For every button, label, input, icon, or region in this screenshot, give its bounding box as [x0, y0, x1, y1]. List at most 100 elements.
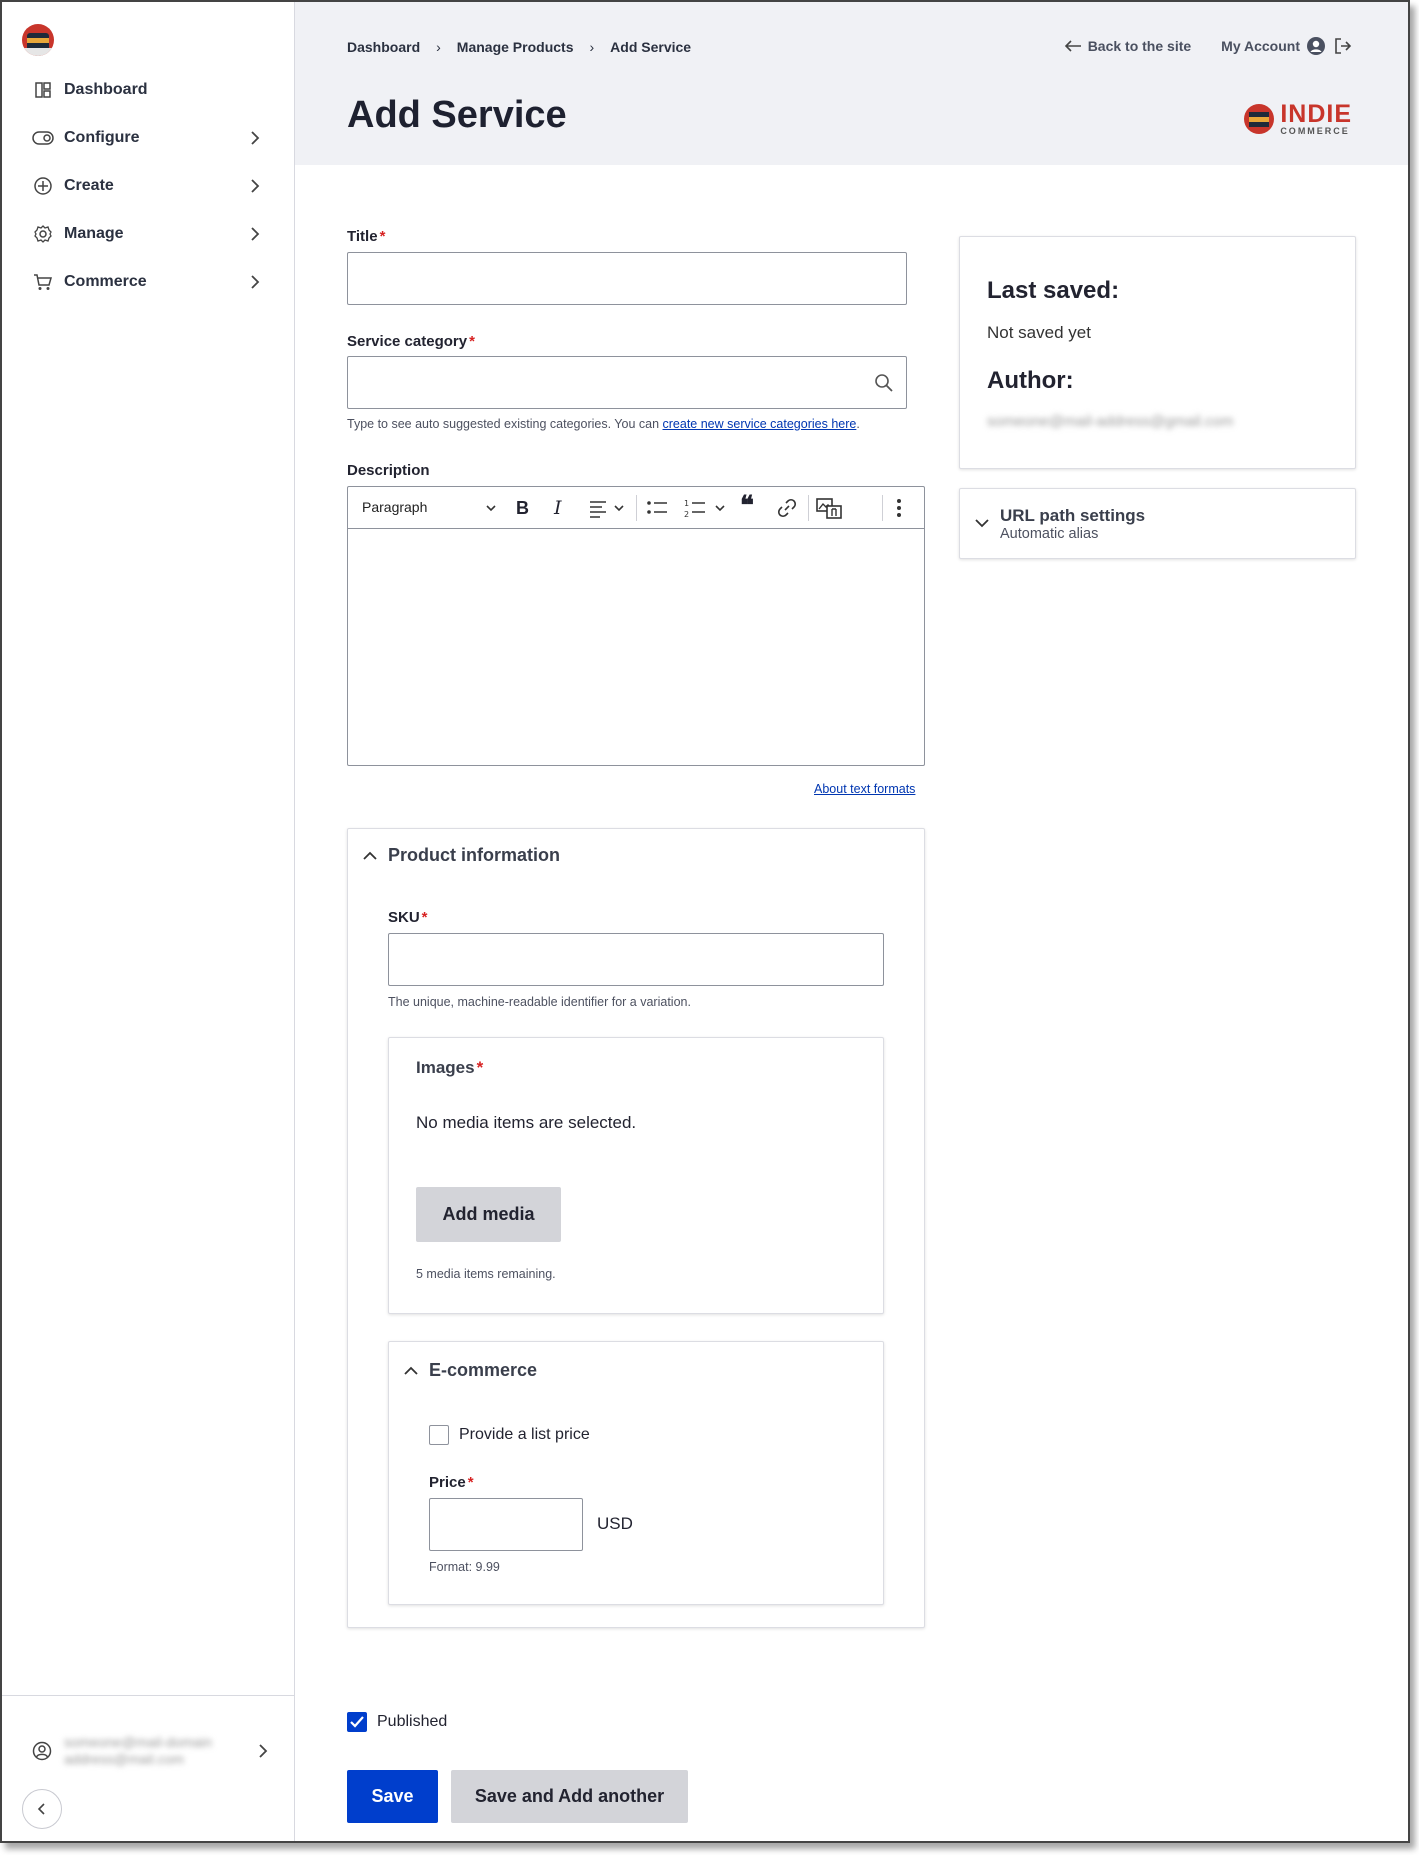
- cart-icon: [32, 271, 54, 293]
- category-label: Service category *: [347, 333, 475, 350]
- account-avatar-icon: [1307, 37, 1325, 55]
- sidebar-item-label: Configure: [64, 129, 140, 146]
- site-logo-icon[interactable]: [22, 24, 54, 56]
- sidebar-item-manage[interactable]: Manage: [2, 210, 294, 258]
- list-price-checkbox[interactable]: [429, 1425, 449, 1445]
- product-information-toggle[interactable]: Product information: [362, 845, 560, 866]
- sidebar-item-label: Manage: [64, 225, 124, 242]
- svg-text:2: 2: [684, 510, 689, 519]
- app-window: Dashboard Configure Create Manage Commer…: [0, 0, 1410, 1843]
- toggle-icon: [32, 127, 54, 149]
- link-icon[interactable]: [776, 497, 798, 519]
- ecommerce-heading: E-commerce: [429, 1360, 538, 1380]
- last-saved-label: Last saved:: [987, 277, 1120, 304]
- editor-toolbar: Paragraph B I 12 ❝: [348, 487, 924, 529]
- back-to-site-label: Back to the site: [1087, 38, 1192, 54]
- category-help: Type to see auto suggested existing cate…: [347, 417, 860, 431]
- add-media-button[interactable]: Add media: [416, 1187, 561, 1242]
- dashboard-icon: [32, 79, 54, 101]
- chevron-up-icon: [404, 1366, 418, 1375]
- breadcrumb-add-service: Add Service: [610, 39, 692, 55]
- ecommerce-toggle[interactable]: E-commerce: [403, 1360, 537, 1381]
- title-label: Title *: [347, 228, 386, 245]
- price-input[interactable]: [429, 1498, 583, 1551]
- sku-label: SKU *: [388, 909, 428, 926]
- chevron-right-icon: [251, 179, 260, 193]
- sidebar: Dashboard Configure Create Manage Commer…: [2, 2, 295, 1841]
- sidebar-footer: someone@mail-domain address@mail.com: [2, 1695, 294, 1841]
- align-icon[interactable]: [588, 497, 628, 519]
- no-media-message: No media items are selected.: [416, 1113, 637, 1132]
- gear-icon: [32, 223, 54, 245]
- page-title: Add Service: [347, 94, 567, 136]
- rich-text-editor: Paragraph B I 12 ❝: [347, 486, 925, 766]
- user-email: someone@mail-domain: [64, 1734, 213, 1751]
- insert-media-icon[interactable]: [816, 497, 842, 519]
- sidebar-item-dashboard[interactable]: Dashboard: [2, 66, 294, 114]
- bold-icon[interactable]: B: [516, 497, 529, 519]
- save-and-add-another-button[interactable]: Save and Add another: [451, 1770, 688, 1823]
- published-label: Published: [377, 1713, 448, 1730]
- sidebar-collapse-button[interactable]: [22, 1789, 62, 1829]
- arrow-left-icon: [1064, 40, 1081, 52]
- url-path-settings-heading: URL path settings: [1000, 506, 1146, 525]
- chevron-left-icon: [37, 1803, 45, 1815]
- editor-content-area[interactable]: [348, 529, 924, 765]
- sidebar-nav: Dashboard Configure Create Manage Commer…: [2, 66, 294, 306]
- brand-subtitle: COMMERCE: [1280, 126, 1350, 136]
- plus-circle-icon: [32, 175, 54, 197]
- sidebar-item-label: Create: [64, 177, 114, 194]
- author-value: someone@mail-address@gmail.com: [987, 413, 1234, 430]
- sidebar-item-create[interactable]: Create: [2, 162, 294, 210]
- my-account-link[interactable]: My Account: [1221, 36, 1352, 56]
- breadcrumb-manage-products[interactable]: Manage Products: [457, 39, 574, 55]
- price-format-help: Format: 9.99: [429, 1560, 500, 1574]
- chevron-right-icon: [251, 227, 260, 241]
- sidebar-item-commerce[interactable]: Commerce: [2, 258, 294, 306]
- brand-logo-icon: [1244, 104, 1275, 134]
- published-checkbox[interactable]: [347, 1712, 367, 1732]
- breadcrumb-dashboard[interactable]: Dashboard: [347, 39, 420, 55]
- user-email-domain: address@mail.com: [64, 1751, 185, 1767]
- logout-icon[interactable]: [1334, 37, 1352, 55]
- currency-label: USD: [597, 1514, 633, 1533]
- italic-icon[interactable]: I: [554, 497, 562, 519]
- numbered-list-icon[interactable]: 12: [684, 497, 728, 519]
- save-button[interactable]: Save: [347, 1770, 438, 1823]
- chevron-right-icon: [251, 275, 260, 289]
- media-remaining-text: 5 media items remaining.: [416, 1267, 556, 1281]
- brand-name: INDIE: [1280, 100, 1352, 128]
- user-menu[interactable]: someone@mail-domain address@mail.com: [32, 1731, 272, 1771]
- category-input[interactable]: [347, 356, 907, 409]
- text-formats-help: About text formats: [814, 782, 915, 796]
- chevron-down-icon: [975, 519, 989, 528]
- chevron-up-icon: [363, 851, 377, 860]
- breadcrumb-separator: ›: [589, 39, 595, 55]
- title-input[interactable]: [347, 252, 907, 305]
- svg-text:1: 1: [684, 499, 689, 508]
- list-price-label: Provide a list price: [459, 1426, 590, 1443]
- my-account-label: My Account: [1221, 38, 1300, 54]
- search-icon: [875, 374, 893, 392]
- user-icon: [32, 1741, 52, 1761]
- blockquote-icon[interactable]: ❝: [740, 491, 754, 521]
- sku-input[interactable]: [388, 933, 884, 986]
- breadcrumb-separator: ›: [436, 39, 441, 55]
- about-text-formats-link[interactable]: About text formats: [814, 782, 915, 796]
- header-links: Back to the site My Account: [1034, 36, 1352, 56]
- product-information-heading: Product information: [388, 845, 560, 865]
- back-to-site-link[interactable]: Back to the site: [1064, 38, 1191, 54]
- create-categories-link[interactable]: create new service categories here: [663, 417, 857, 431]
- url-path-settings-panel[interactable]: URL path settings Automatic alias: [959, 488, 1356, 559]
- chevron-right-icon: [251, 131, 260, 145]
- bullet-list-icon[interactable]: [646, 497, 668, 519]
- breadcrumb: Dashboard › Manage Products › Add Servic…: [347, 39, 691, 55]
- paragraph-format-select[interactable]: Paragraph: [362, 499, 427, 515]
- more-options-icon[interactable]: [896, 497, 902, 519]
- save-meta-panel: Last saved: Not saved yet Author: someon…: [959, 236, 1356, 469]
- chevron-down-icon: [486, 505, 496, 512]
- url-path-settings-summary: Automatic alias: [1000, 526, 1099, 542]
- sidebar-item-label: Commerce: [64, 273, 147, 290]
- sidebar-item-configure[interactable]: Configure: [2, 114, 294, 162]
- sku-help: The unique, machine-readable identifier …: [388, 995, 691, 1009]
